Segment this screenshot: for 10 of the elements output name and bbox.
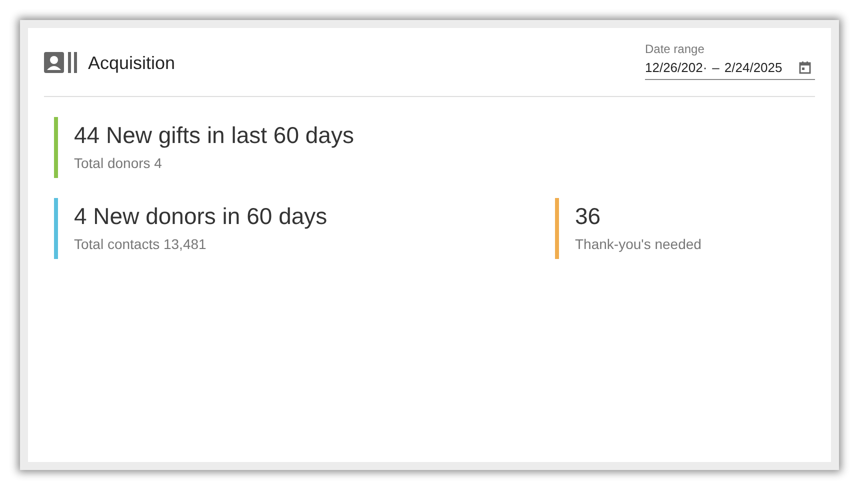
date-range-field[interactable]: Date range 12/26/202· – 2/24/2025: [645, 42, 815, 80]
contact-card-icon: [44, 52, 78, 74]
metric-subtext: Total contacts 13,481: [74, 236, 208, 252]
metric-headline: 4 New donors in 60 days: [74, 203, 328, 230]
metric-headline: 36: [575, 203, 602, 230]
card-title: Acquisition: [88, 52, 176, 74]
metric-headline: 44 New gifts in last 60 days: [74, 122, 354, 149]
calendar-icon[interactable]: [799, 61, 811, 74]
metric-subtext: Thank-you's needed: [575, 236, 702, 252]
metric-subtext: Total donors 4: [74, 155, 163, 171]
